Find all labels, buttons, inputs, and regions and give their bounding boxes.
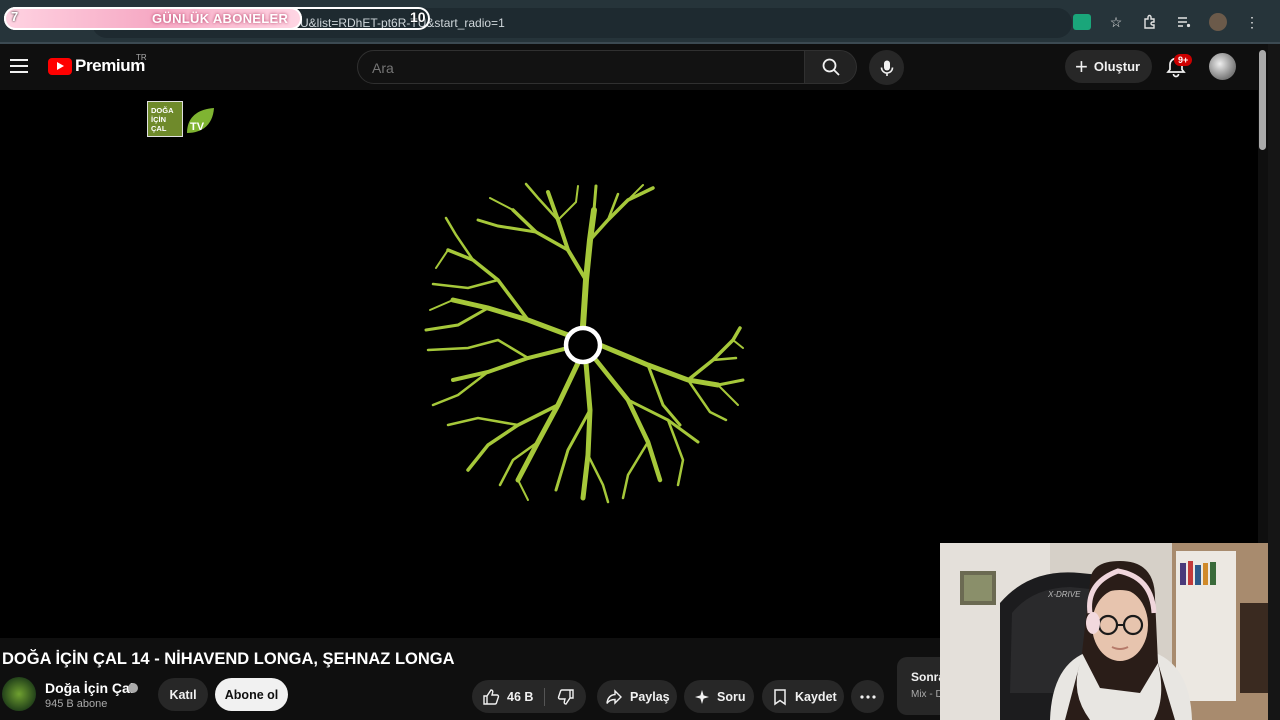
share-label: Paylaş [630,689,670,704]
search-button[interactable] [805,50,857,84]
subscribe-button[interactable]: Abone ol [215,678,288,711]
share-button[interactable]: Paylaş [597,680,677,713]
watermark-line: DOĞA [151,105,174,115]
search-input[interactable] [372,60,772,76]
search-icon [822,58,840,76]
voice-search-button[interactable] [869,50,904,85]
cast-icon[interactable] [1072,12,1092,32]
more-actions-button[interactable] [851,680,884,713]
ask-button[interactable]: Soru [684,680,754,713]
watermark-tv: TV [190,121,205,133]
thumbs-up-icon [482,688,500,706]
account-avatar[interactable] [1209,53,1236,80]
microphone-icon [880,60,893,76]
create-label: Oluştur [1093,59,1141,74]
webcam-overlay: X-DRIVE [940,543,1268,720]
youtube-premium-logo[interactable]: Premium [48,56,145,76]
bookmark-icon [772,688,788,706]
subscribe-label: Abone ol [224,687,279,702]
dislike-button[interactable] [546,680,586,713]
save-button[interactable]: Kaydet [762,680,844,713]
media-controls-icon[interactable] [1174,12,1194,32]
verified-badge-icon [128,683,138,693]
logo-region-code: TR [136,53,147,62]
logo-text: Premium [75,56,145,75]
subscriber-goal-current: 7 [11,9,19,24]
save-label: Kaydet [795,689,837,704]
svg-text:X-DRIVE: X-DRIVE [1047,590,1081,599]
video-title: DOĞA İÇİN ÇAL 14 - NİHAVEND LONGA, ŞEHNA… [2,650,455,668]
join-button[interactable]: Katıl [158,678,208,711]
scrollbar-thumb[interactable] [1259,50,1266,150]
notification-badge: 9+ [1174,54,1193,66]
watermark-line: ÇAL [151,123,167,133]
subscriber-goal-target: 10 [410,9,426,25]
subscriber-count: 945 B abone [45,698,108,710]
join-label: Katıl [169,687,197,702]
tree-of-life-artwork [424,182,745,504]
youtube-play-icon [48,57,72,75]
thumbs-down-icon [557,688,574,705]
bookmark-star-icon[interactable]: ☆ [1106,12,1126,32]
share-icon [605,688,623,706]
channel-watermark: DOĞA İÇİN ÇAL [147,101,183,137]
plus-icon: + [1075,53,1088,79]
browser-actions: ☆ ⋮ [1072,12,1262,32]
sparkle-icon [694,689,710,705]
youtube-header: Premium TR + Oluştur 9+ [0,44,1258,90]
like-count: 46 B [507,689,534,704]
channel-avatar[interactable] [2,677,36,711]
search-box[interactable] [357,50,805,84]
up-next-subtitle: Mix - D [911,689,943,700]
watermark-line: İÇİN [151,114,166,124]
window-edge [1268,44,1280,720]
extensions-icon[interactable] [1140,12,1160,32]
browser-profile-icon[interactable] [1208,12,1228,32]
more-horizontal-icon [859,694,876,699]
subscriber-goal-title: GÜNLÜK ABONELER [152,11,289,26]
like-dislike-divider [544,688,545,706]
hamburger-menu-icon[interactable] [10,56,28,76]
browser-menu-icon[interactable]: ⋮ [1242,12,1262,32]
create-button[interactable]: + Oluştur [1065,50,1152,83]
watermark-leaf-icon: TV [187,108,214,133]
ask-label: Soru [717,689,746,704]
channel-name[interactable]: Doğa İçin Çal [45,680,134,696]
